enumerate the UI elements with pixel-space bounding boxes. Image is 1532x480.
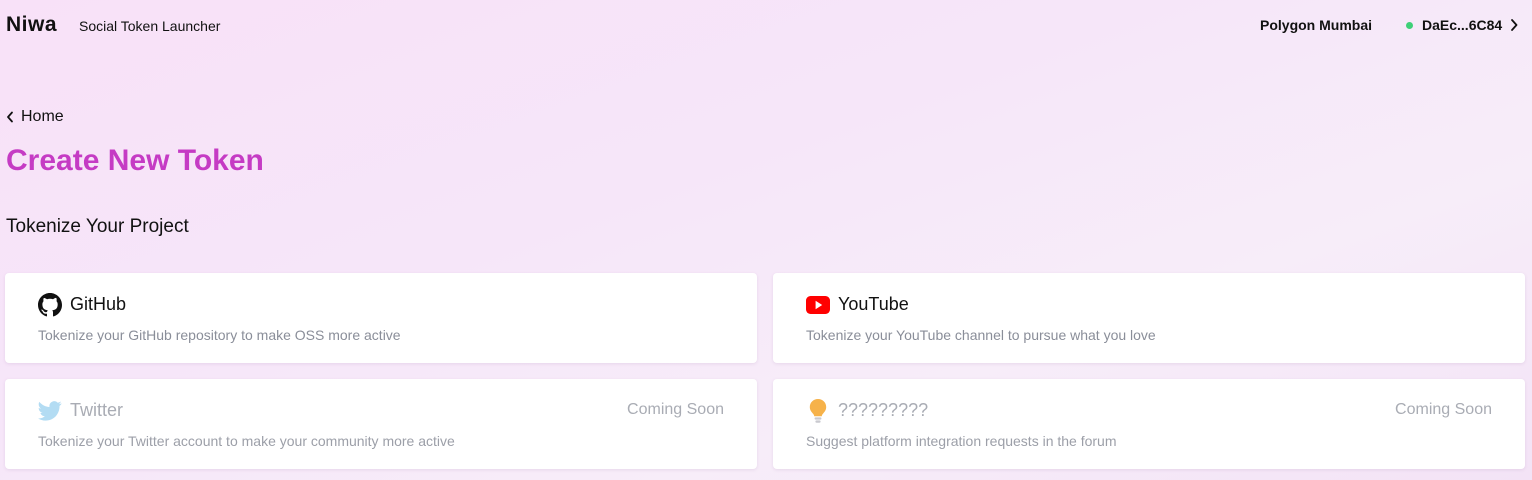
platform-card-youtube[interactable]: YouTube Tokenize your YouTube channel to…	[773, 273, 1525, 363]
platform-name: YouTube	[838, 294, 909, 314]
platform-description: Tokenize your GitHub repository to make …	[38, 327, 401, 343]
coming-soon-badge: Coming Soon	[1395, 401, 1492, 418]
app-logo[interactable]: Niwa	[6, 13, 57, 37]
platform-name: GitHub	[70, 294, 127, 314]
wallet-status-dot	[1406, 21, 1413, 29]
github-icon	[37, 292, 63, 318]
section-title: Tokenize Your Project	[6, 216, 189, 237]
platform-description: Tokenize your YouTube channel to pursue …	[806, 327, 1156, 343]
platform-card-github[interactable]: GitHub Tokenize your GitHub repository t…	[5, 273, 757, 363]
platform-name: ?????????	[838, 400, 929, 420]
chevron-right-icon	[1510, 19, 1518, 31]
back-home-link[interactable]: Home	[6, 108, 64, 126]
coming-soon-badge: Coming Soon	[627, 401, 724, 418]
wallet-button[interactable]: DaEc...6C84	[1406, 17, 1518, 33]
back-home-label: Home	[21, 108, 64, 125]
app-subtitle: Social Token Launcher	[79, 18, 221, 34]
twitter-icon	[37, 398, 63, 424]
page-title: Create New Token	[6, 144, 264, 177]
network-name: Polygon Mumbai	[1260, 17, 1372, 33]
platform-description: Suggest platform integration requests in…	[806, 433, 1117, 449]
platform-card-suggest: ????????? Coming Soon Suggest platform i…	[773, 379, 1525, 469]
platform-description: Tokenize your Twitter account to make yo…	[38, 433, 455, 449]
lightbulb-icon	[805, 398, 831, 424]
top-bar: Niwa Social Token Launcher Polygon Mumba…	[0, 0, 1532, 52]
wallet-address: DaEc...6C84	[1422, 17, 1503, 33]
chevron-left-icon	[6, 111, 14, 123]
platform-card-twitter: Twitter Coming Soon Tokenize your Twitte…	[5, 379, 757, 469]
youtube-icon	[805, 292, 831, 318]
platform-name: Twitter	[70, 400, 124, 420]
